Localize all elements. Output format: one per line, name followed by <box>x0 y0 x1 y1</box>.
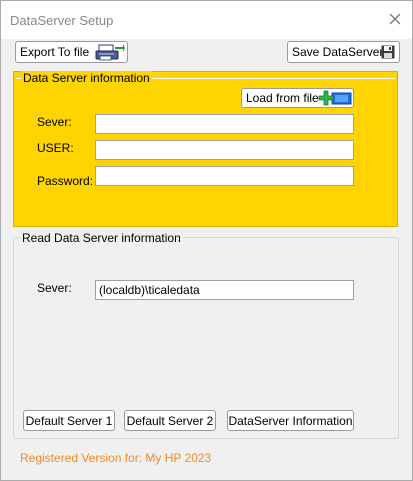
default-server-1-label: Default Server 1 <box>25 413 113 428</box>
user-label: USER: <box>37 141 74 155</box>
default-server-2-label: Default Server 2 <box>126 413 214 428</box>
setup-window: DataServer Setup Export To file Save Dat… <box>0 0 413 481</box>
export-to-file-button[interactable]: Export To file <box>15 41 128 63</box>
server-label: Sever: <box>37 115 72 129</box>
read-server-input[interactable]: (localdb)\ticaledata <box>95 280 354 300</box>
default-server-1-button[interactable]: Default Server 1 <box>23 410 115 431</box>
load-file-icon <box>318 90 352 109</box>
title-bar: DataServer Setup <box>1 1 412 39</box>
password-input[interactable] <box>95 166 354 186</box>
read-server-label: Sever: <box>37 281 72 295</box>
dataserver-information-label: DataServer Information <box>228 413 353 428</box>
read-data-server-group: Read Data Server information Sever: (loc… <box>13 231 399 439</box>
save-dataserver-label: Save DataServer <box>292 45 384 59</box>
dataserver-information-button[interactable]: DataServer Information <box>227 410 354 431</box>
floppy-disk-icon <box>381 45 395 62</box>
data-server-info-legend: Data Server information <box>21 71 152 85</box>
window-title: DataServer Setup <box>10 13 114 28</box>
save-dataserver-button[interactable]: Save DataServer <box>287 41 400 63</box>
load-from-file-label: Load from file <box>246 91 319 105</box>
read-data-server-legend: Read Data Server information <box>20 231 183 245</box>
printer-export-icon <box>95 43 125 65</box>
server-input[interactable] <box>95 114 354 134</box>
default-server-2-button[interactable]: Default Server 2 <box>124 410 216 431</box>
password-label: Password: <box>37 174 94 188</box>
export-to-file-label: Export To file <box>20 45 90 59</box>
close-button[interactable] <box>386 10 404 28</box>
user-input[interactable] <box>95 140 354 160</box>
close-icon <box>389 13 401 25</box>
load-from-file-button[interactable]: Load from file <box>241 88 354 108</box>
registered-version-text: Registered Version for: My HP 2023 <box>20 451 212 465</box>
data-server-info-group: Data Server information Load from file S… <box>13 71 398 227</box>
